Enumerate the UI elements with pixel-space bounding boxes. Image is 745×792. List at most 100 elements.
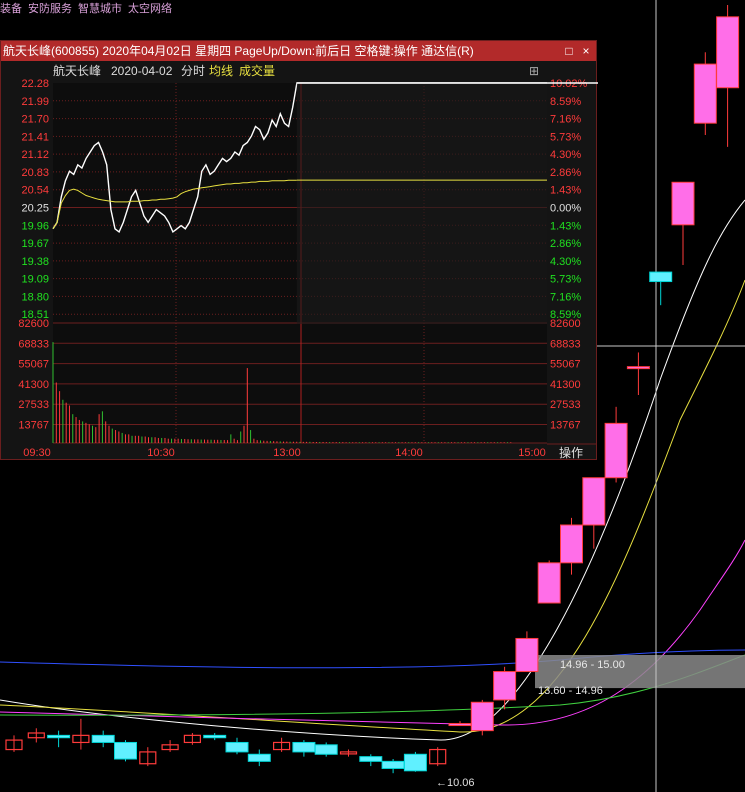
candle-body bbox=[292, 741, 316, 753]
volume-tick-label-right: 82600 bbox=[550, 318, 581, 330]
price-tick-label: 21.70 bbox=[21, 114, 49, 126]
kline-candle bbox=[5, 735, 23, 752]
candle-body bbox=[314, 744, 338, 755]
volume-tick-label: 82600 bbox=[18, 318, 49, 330]
candle-body bbox=[493, 671, 517, 701]
pct-tick-label: 7.16% bbox=[550, 291, 581, 303]
kline-candle bbox=[429, 747, 447, 767]
candle-body bbox=[91, 734, 115, 743]
kline-candle bbox=[273, 737, 291, 752]
kline-candle bbox=[693, 52, 717, 135]
kline-candle bbox=[626, 352, 650, 395]
price-tick-label: 18.80 bbox=[21, 291, 49, 303]
pct-tick-label: 1.43% bbox=[550, 185, 581, 197]
concept-tag-0[interactable]: 装备 bbox=[0, 3, 22, 15]
zone-label-upper: 14.96 - 15.00 bbox=[560, 659, 625, 671]
ma-magenta-line bbox=[0, 539, 745, 726]
avg-line-label: 均线 bbox=[209, 64, 234, 78]
settings-icon[interactable]: ⊞ bbox=[529, 62, 539, 80]
window-title: 航天长峰(600855) 2020年04月02日 星期四 PageUp/Down… bbox=[3, 44, 474, 58]
price-tick-label: 21.12 bbox=[21, 149, 49, 161]
candle-body bbox=[47, 734, 71, 739]
concept-tag-3[interactable]: 太空网络 bbox=[128, 3, 172, 15]
time-tick-label: 14:00 bbox=[395, 447, 423, 459]
candle-body bbox=[537, 562, 561, 604]
volume-tick-label: 27533 bbox=[18, 399, 49, 411]
kline-candle bbox=[537, 560, 561, 604]
volume-label: 成交量 bbox=[239, 64, 276, 78]
candle-body bbox=[114, 741, 137, 760]
time-tick-label: 10:30 bbox=[147, 447, 175, 459]
kline-candle bbox=[139, 747, 157, 767]
kline-candle bbox=[470, 699, 494, 736]
kline-candle bbox=[582, 477, 606, 549]
candle-body bbox=[649, 271, 673, 283]
candle-body bbox=[671, 181, 695, 226]
chart-info-bar: 航天长峰 2020-04-02 分时 均线 成交量 ⊞ bbox=[1, 62, 596, 80]
candle-body bbox=[203, 734, 227, 739]
volume-tick-label: 68833 bbox=[18, 338, 49, 350]
concept-tags: 装备 安防服务 智慧城市 太空网络 bbox=[0, 0, 178, 15]
action-button: 操作 bbox=[559, 445, 583, 460]
price-tick-label: 19.96 bbox=[21, 220, 49, 232]
candle-body bbox=[693, 63, 717, 124]
kline-candle bbox=[225, 737, 249, 755]
candle-body bbox=[247, 753, 271, 762]
maximize-icon[interactable]: □ bbox=[561, 41, 577, 61]
candle-body bbox=[560, 524, 583, 564]
candle-body bbox=[448, 723, 472, 727]
volume-tick-label-right: 27533 bbox=[550, 399, 581, 411]
concept-tag-2[interactable]: 智慧城市 bbox=[78, 3, 122, 15]
time-tick-label: 09:30 bbox=[23, 447, 51, 459]
kline-candle bbox=[649, 271, 673, 306]
kline-candle bbox=[161, 740, 179, 752]
price-tick-label: 20.83 bbox=[21, 167, 49, 179]
candle-body bbox=[470, 701, 494, 732]
kline-candle bbox=[247, 749, 271, 767]
candle-body bbox=[716, 16, 740, 89]
zone-label-lower: 13.60 - 14.96 bbox=[538, 685, 603, 697]
kline-candle bbox=[47, 730, 71, 748]
pct-tick-label: 4.30% bbox=[550, 149, 581, 161]
intraday-popup-window[interactable]: 22.28 10.02% 21.99 8.59% 21.70 7.16% 21.41 5.73… bbox=[0, 40, 598, 461]
volume-tick-label: 13767 bbox=[18, 420, 49, 432]
kline-candle bbox=[292, 740, 316, 757]
kline-candle bbox=[381, 759, 405, 774]
kline-candle bbox=[604, 406, 628, 483]
price-tick-label: 20.54 bbox=[21, 185, 49, 197]
volume-tick-label: 55067 bbox=[18, 359, 49, 371]
time-tick-label: 15:00 bbox=[518, 447, 546, 459]
concept-tag-1[interactable]: 安防服务 bbox=[28, 3, 72, 15]
chart-mode: 分时 bbox=[181, 64, 206, 78]
pct-tick-label: 1.43% bbox=[550, 220, 581, 232]
kline-candle bbox=[72, 718, 90, 750]
kline-candle bbox=[403, 751, 427, 772]
pct-tick-label: 5.73% bbox=[550, 274, 581, 286]
limit-up-area bbox=[296, 83, 547, 324]
price-tick-label: 19.09 bbox=[21, 274, 49, 286]
kline-candle bbox=[716, 5, 740, 147]
chart-date: 2020-04-02 bbox=[111, 64, 173, 78]
kline-candle bbox=[203, 733, 227, 741]
kline-candle bbox=[91, 730, 115, 748]
kline-candle bbox=[183, 733, 201, 745]
kline-candle bbox=[448, 721, 472, 727]
intraday-chart[interactable]: 22.28 10.02%21.99 8.59%21.70 7.16%21.41 5.73… bbox=[1, 41, 598, 461]
price-tick-label: 19.67 bbox=[21, 238, 49, 250]
price-tick-label: 19.38 bbox=[21, 256, 49, 268]
close-icon[interactable]: × bbox=[578, 41, 594, 61]
volume-tick-label-right: 68833 bbox=[550, 338, 581, 350]
candle-body bbox=[359, 756, 383, 762]
kline-candle bbox=[27, 728, 45, 743]
price-tick-label: 21.99 bbox=[21, 96, 49, 108]
candle-body bbox=[381, 760, 405, 769]
pct-tick-label: 5.73% bbox=[550, 131, 581, 143]
volume-tick-label: 41300 bbox=[18, 379, 49, 391]
kline-candle bbox=[114, 740, 137, 762]
pct-tick-label: 2.86% bbox=[550, 238, 581, 250]
popup-titlebar[interactable]: 航天长峰(600855) 2020年04月02日 星期四 PageUp/Down… bbox=[1, 41, 596, 61]
kline-candle bbox=[359, 754, 383, 767]
kline-candle bbox=[493, 666, 517, 710]
candle-body bbox=[626, 366, 650, 370]
stock-name: 航天长峰 bbox=[53, 64, 102, 78]
